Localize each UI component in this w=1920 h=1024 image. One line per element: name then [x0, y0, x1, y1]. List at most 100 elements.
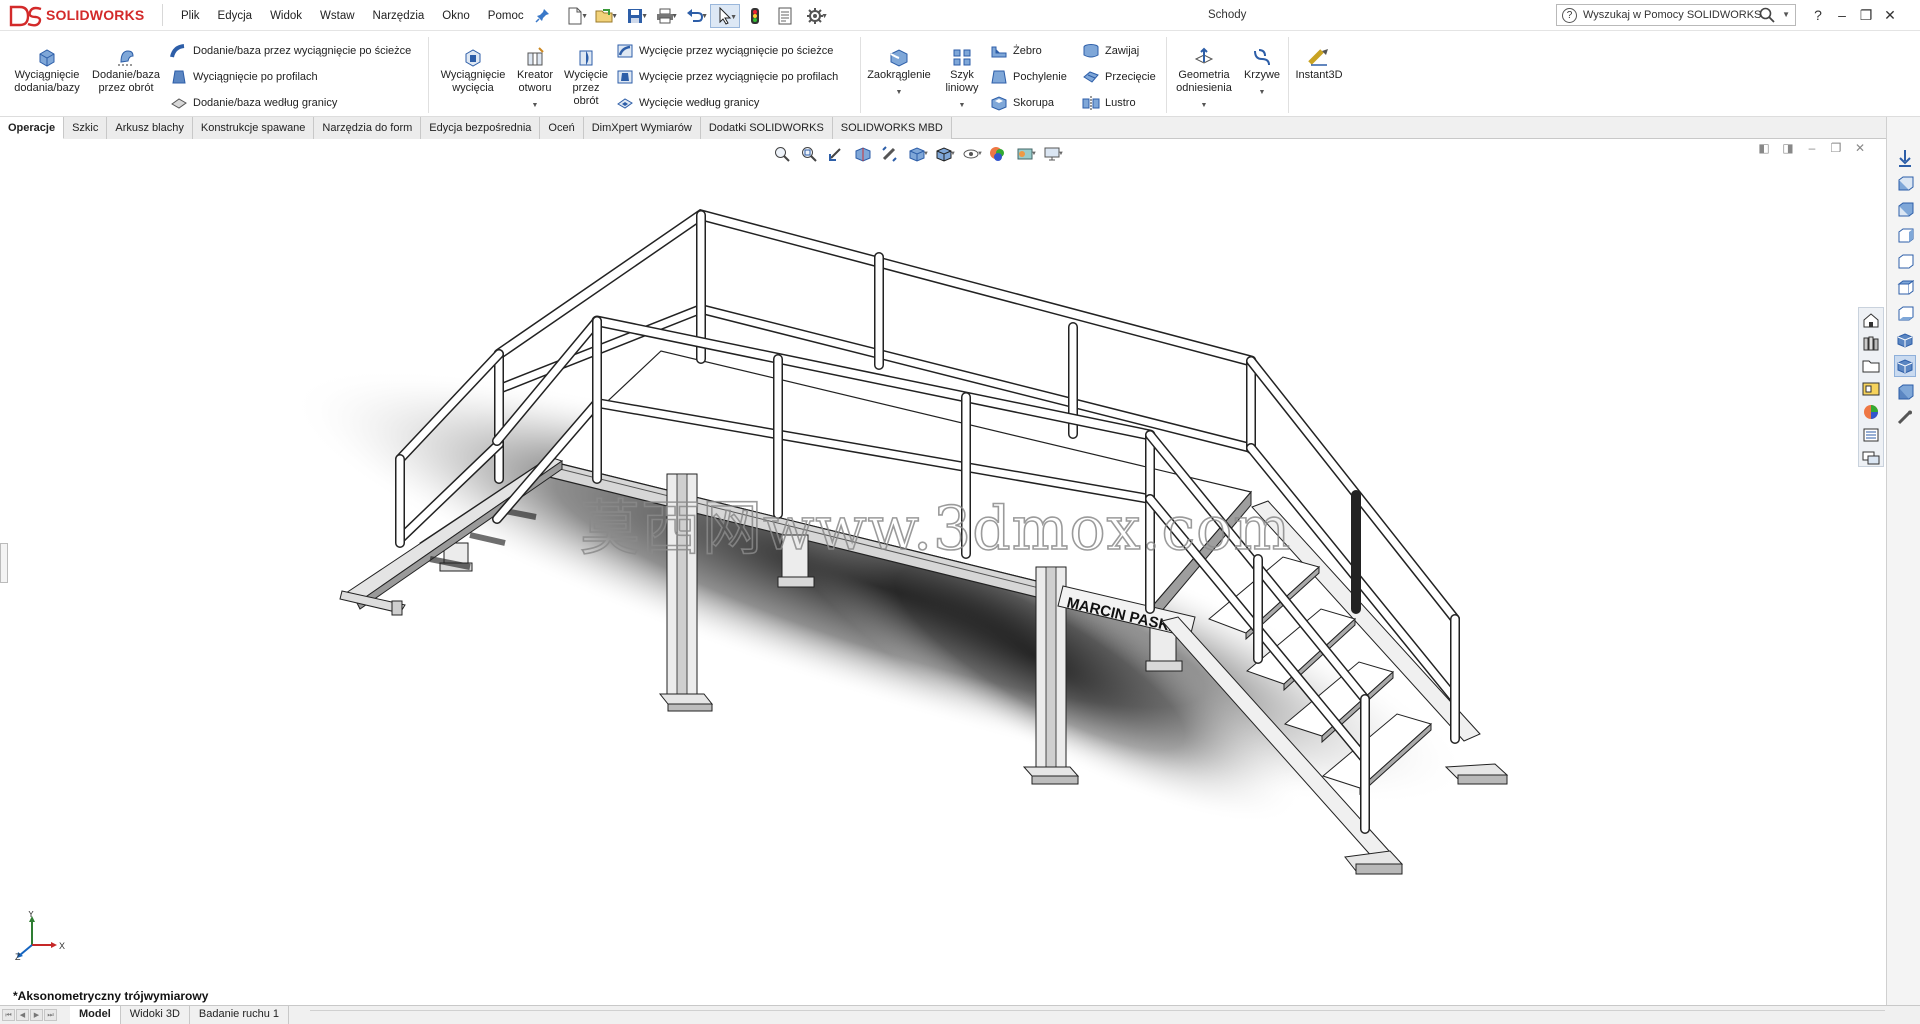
custom-properties-icon[interactable]: [1859, 424, 1883, 446]
hole-wizard-button[interactable]: Kreator otworu ▼: [510, 47, 560, 112]
zoom-to-fit-icon[interactable]: [768, 143, 795, 165]
home-icon[interactable]: [1859, 309, 1883, 331]
help-search-box[interactable]: ? Wyszukaj w Pomocy SOLIDWORKS ▼: [1556, 4, 1796, 26]
swept-cut-button[interactable]: Wycięcie przez wyciągnięcie po ścieżce: [616, 41, 833, 61]
search-placeholder[interactable]: Wyszukaj w Pomocy SOLIDWORKS: [1583, 9, 1761, 21]
tab-dimxpert[interactable]: DimXpert Wymiarów: [583, 117, 701, 139]
curves-dropdown-icon[interactable]: ▼: [1238, 86, 1286, 99]
viewport-minimize-icon[interactable]: –: [1800, 141, 1824, 155]
draft-button[interactable]: Pochylenie: [990, 67, 1067, 87]
view-bottom-icon[interactable]: [1894, 303, 1916, 325]
menu-item-help[interactable]: Pomoc: [479, 10, 533, 22]
extrude-boss-button[interactable]: Wyciągnięcie dodania/bazy: [6, 47, 88, 95]
tab-direct-editing[interactable]: Edycja bezpośrednia: [421, 117, 541, 139]
shell-button[interactable]: Skorupa: [990, 93, 1054, 113]
viewport-split-right-icon[interactable]: ◨: [1776, 141, 1800, 155]
file-explorer-icon[interactable]: [1859, 355, 1883, 377]
rebuild-icon[interactable]: [740, 4, 770, 28]
tab-model[interactable]: Model: [70, 1006, 121, 1024]
menu-item-file[interactable]: Plik: [172, 10, 209, 22]
appearances-icon[interactable]: [1859, 401, 1883, 423]
reference-geometry-dropdown-icon[interactable]: ▼: [1170, 99, 1238, 112]
swept-boss-button[interactable]: Dodanie/baza przez wyciągnięcie po ścież…: [170, 41, 411, 61]
menu-item-edit[interactable]: Edycja: [209, 10, 262, 22]
first-tab-icon[interactable]: ⏮: [2, 1009, 15, 1021]
linear-pattern-dropdown-icon[interactable]: ▼: [938, 99, 986, 112]
pin-task-pane-icon[interactable]: [1894, 147, 1916, 169]
reference-geometry-button[interactable]: Geometria odniesienia ▼: [1170, 47, 1238, 112]
tab-mold-tools[interactable]: Narzędzia do form: [314, 117, 422, 139]
view-orientation-icon[interactable]: ▼: [903, 143, 930, 165]
previous-view-icon[interactable]: [822, 143, 849, 165]
view-front-icon[interactable]: [1894, 173, 1916, 195]
display-style-icon[interactable]: ▼: [930, 143, 957, 165]
help-menu-button[interactable]: ?: [1806, 7, 1830, 23]
revolve-boss-button[interactable]: Dodanie/baza przez obrót: [88, 47, 164, 95]
close-button[interactable]: ✕: [1878, 7, 1902, 24]
tab-motion-study[interactable]: Badanie ruchu 1: [190, 1006, 290, 1024]
restore-button[interactable]: ❐: [1854, 7, 1878, 24]
instant3d-button[interactable]: Instant3D: [1290, 47, 1348, 82]
wrap-button[interactable]: Zawijaj: [1082, 41, 1139, 61]
open-folder-icon[interactable]: ▼: [590, 4, 620, 28]
dynamic-annotation-icon[interactable]: [876, 143, 903, 165]
minimize-button[interactable]: –: [1830, 7, 1854, 23]
view-palette-icon[interactable]: [1859, 378, 1883, 400]
design-library-icon[interactable]: [1859, 332, 1883, 354]
feature-manager-collapse-handle[interactable]: [0, 543, 8, 583]
file-properties-icon[interactable]: [770, 4, 800, 28]
viewport-restore-icon[interactable]: ❐: [1824, 141, 1848, 155]
view-top-icon[interactable]: [1894, 277, 1916, 299]
forum-icon[interactable]: [1859, 447, 1883, 469]
view-isometric-icon[interactable]: [1894, 329, 1916, 351]
viewport-close-icon[interactable]: ✕: [1848, 141, 1872, 155]
lofted-cut-button[interactable]: Wycięcie przez wyciągnięcie po profilach: [616, 67, 838, 87]
hole-wizard-dropdown-icon[interactable]: ▼: [510, 99, 560, 112]
hide-show-items-icon[interactable]: ▼: [957, 143, 984, 165]
boundary-cut-button[interactable]: Wycięcie według granicy: [616, 93, 759, 113]
zoom-to-area-icon[interactable]: [795, 143, 822, 165]
next-tab-icon[interactable]: ▶: [30, 1009, 43, 1021]
save-icon[interactable]: ▼: [620, 4, 650, 28]
view-right-icon[interactable]: [1894, 251, 1916, 273]
linear-pattern-button[interactable]: Szyk liniowy ▼: [938, 47, 986, 112]
mirror-button[interactable]: Lustro: [1082, 93, 1136, 113]
last-tab-icon[interactable]: ⏭: [44, 1009, 57, 1021]
search-dropdown-icon[interactable]: ▼: [1782, 10, 1790, 19]
tab-weldments[interactable]: Konstrukcje spawane: [192, 117, 315, 139]
revolve-cut-button[interactable]: Wycięcie przez obrót: [560, 47, 612, 108]
view-settings-icon[interactable]: ▼: [1038, 143, 1065, 165]
rib-button[interactable]: Żebro: [990, 41, 1042, 61]
tab-3d-views[interactable]: Widoki 3D: [121, 1006, 190, 1024]
section-view-icon[interactable]: [849, 143, 876, 165]
view-trimetric-icon[interactable]: [1894, 355, 1916, 377]
tab-sheet-metal[interactable]: Arkusz blachy: [107, 117, 193, 139]
menu-item-tools[interactable]: Narzędzia: [364, 10, 434, 22]
tab-features[interactable]: Operacje: [0, 117, 65, 139]
horizontal-scrollbar[interactable]: [310, 1010, 1885, 1020]
viewport-split-left-icon[interactable]: ◧: [1752, 141, 1776, 155]
solidworks-logo[interactable]: SOLIDWORKS: [8, 4, 158, 28]
view-dimetric-icon[interactable]: [1894, 381, 1916, 403]
fillet-dropdown-icon[interactable]: ▼: [864, 86, 934, 99]
undo-icon[interactable]: ▼: [680, 4, 710, 28]
new-document-icon[interactable]: ▼: [560, 4, 590, 28]
menu-item-insert[interactable]: Wstaw: [311, 10, 364, 22]
edit-appearance-icon[interactable]: [984, 143, 1011, 165]
print-icon[interactable]: ▼: [650, 4, 680, 28]
options-gear-icon[interactable]: ▼: [800, 4, 830, 28]
view-left-icon[interactable]: [1894, 225, 1916, 247]
curves-button[interactable]: Krzywe ▼: [1238, 47, 1286, 99]
graphics-area[interactable]: MARCIN PASKA 莫西网www.3dmox.com ▼ ▼ ▼ ▼ ▼ …: [0, 139, 1886, 1005]
lofted-boss-button[interactable]: Wyciągnięcie po profilach: [170, 67, 318, 87]
tab-evaluate[interactable]: Oceń: [540, 117, 584, 139]
staircase-platform-model[interactable]: MARCIN PASKA 莫西网www.3dmox.com: [0, 139, 1886, 1005]
fillet-button[interactable]: Zaokrąglenie ▼: [864, 47, 934, 99]
tab-sketch[interactable]: Szkic: [64, 117, 108, 139]
tab-solidworks-addins[interactable]: Dodatki SOLIDWORKS: [700, 117, 833, 139]
normal-to-icon[interactable]: [1894, 407, 1916, 429]
select-pointer-icon[interactable]: ▼: [710, 4, 740, 28]
extrude-cut-button[interactable]: Wyciągnięcie wycięcia: [434, 47, 512, 95]
menu-item-view[interactable]: Widok: [261, 10, 311, 22]
apply-scene-icon[interactable]: ▼: [1011, 143, 1038, 165]
